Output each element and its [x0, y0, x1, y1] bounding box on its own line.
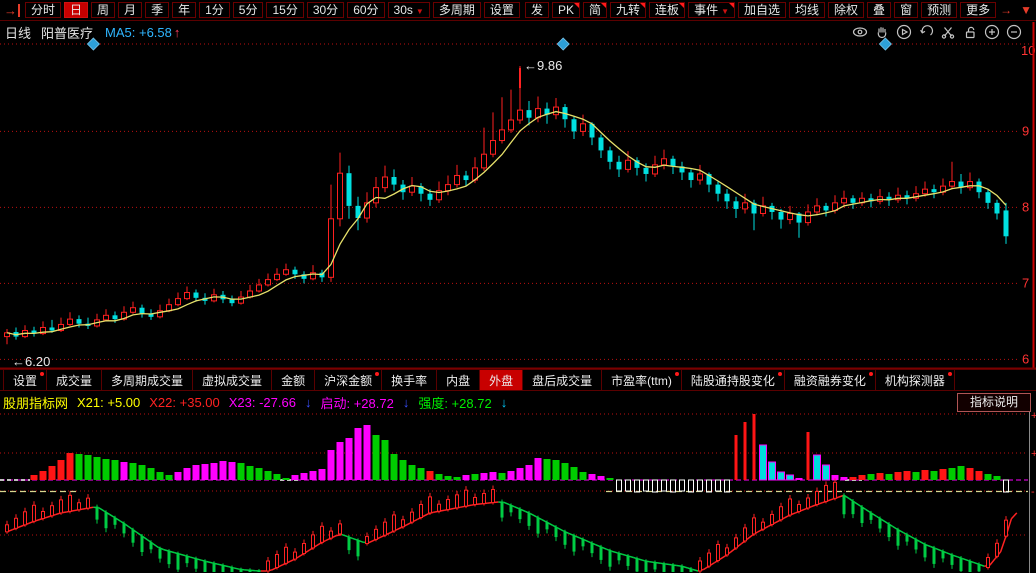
- period-button-月[interactable]: 月: [118, 1, 143, 18]
- svg-text:6: 6: [1022, 351, 1029, 366]
- svg-text:+: +: [1031, 410, 1036, 422]
- period-button-日[interactable]: 日: [64, 1, 89, 18]
- tab-内盘[interactable]: 内盘: [437, 370, 481, 390]
- ma-up-arrow-icon: ↑: [173, 24, 181, 40]
- chart-canvas[interactable]: 10 9 8 7 6 ←9.86 ←6.20 + + -: [0, 0, 1036, 573]
- hand-icon[interactable]: [874, 24, 890, 45]
- indicator-value-7: 强度: +28.72: [418, 395, 492, 411]
- down-arrow-icon: ↓: [402, 394, 410, 410]
- svg-text:10: 10: [1021, 43, 1035, 58]
- dropdown-caret-icon[interactable]: ▼: [721, 7, 729, 16]
- tab-虚拟成交量[interactable]: 虚拟成交量: [193, 370, 273, 390]
- undo-icon[interactable]: [918, 24, 934, 45]
- svg-text:←9.86: ←9.86: [524, 58, 562, 73]
- toolbar-button-更多[interactable]: 更多: [960, 1, 997, 18]
- notification-dot-icon: [777, 372, 782, 376]
- notification-dot-icon: [947, 372, 952, 376]
- period-button-30s[interactable]: 30s ▼: [387, 1, 430, 18]
- period-button-15分[interactable]: 15分: [266, 1, 304, 18]
- tab-设置[interactable]: 设置: [3, 370, 48, 390]
- tab-成交量[interactable]: 成交量: [47, 370, 103, 390]
- toolbar-button-叠[interactable]: 叠: [867, 1, 892, 18]
- zoom-in-icon[interactable]: [984, 24, 1000, 45]
- tab-盘后成交量[interactable]: 盘后成交量: [523, 370, 603, 390]
- notification-dot-icon: [674, 372, 679, 376]
- badge-corner-icon: [601, 2, 607, 8]
- expand-arrow-icon[interactable]: →: [1000, 3, 1012, 17]
- chart-tool-icons: [852, 24, 1022, 45]
- tab-换手率[interactable]: 换手率: [382, 370, 438, 390]
- badge-corner-icon: [679, 2, 685, 8]
- toolbar-button-PK[interactable]: PK: [552, 1, 581, 18]
- toolbar-button-均线[interactable]: 均线: [789, 1, 826, 18]
- indicator-value-2: X22: +35.00: [149, 394, 220, 410]
- badge-corner-icon: [640, 2, 646, 8]
- period-buttons: 分时日周月季年 1分 5分 15分 30分 60分 30s ▼ 多周期 设置: [22, 1, 520, 20]
- chart-header: 日线 阳普医疗 MA5: +6.58 ↑: [0, 21, 1036, 43]
- notification-dot-icon: [868, 372, 873, 376]
- tab-多周期成交量[interactable]: 多周期成交量: [102, 370, 194, 390]
- badge-corner-icon: [729, 2, 734, 8]
- period-button-分时[interactable]: 分时: [25, 1, 62, 18]
- tab-外盘[interactable]: 外盘: [480, 370, 524, 390]
- ma-value-label: MA5: +6.58: [105, 24, 172, 40]
- period-button-周[interactable]: 周: [91, 1, 116, 18]
- indicator-value-5: 启动: +28.72: [320, 395, 394, 411]
- period-button-60分[interactable]: 60分: [347, 1, 385, 18]
- period-button-1分[interactable]: 1分: [199, 1, 230, 18]
- indicator-value-3: X23: -27.66: [228, 394, 296, 410]
- period-label: 日线: [5, 25, 32, 41]
- toolbar-button-事件[interactable]: 事件 ▼: [688, 1, 735, 18]
- svg-text:9: 9: [1022, 123, 1029, 138]
- indicator-value-1: X21: +5.00: [77, 394, 141, 410]
- down-arrow-icon: ↓: [304, 394, 312, 410]
- eye-icon[interactable]: [852, 24, 868, 45]
- period-button-5分[interactable]: 5分: [232, 1, 264, 18]
- trading-app-window: → 分时日周月季年 1分 5分 15分 30分 60分 30s ▼ 多周期 设置 发 PK 简九转 连板…: [0, 0, 1036, 573]
- import-arrow-icon[interactable]: →: [4, 3, 20, 17]
- toolbar-button-窗[interactable]: 窗: [894, 1, 919, 18]
- period-button-30分[interactable]: 30分: [306, 1, 345, 18]
- svg-text:-: -: [1031, 486, 1035, 498]
- scissors-icon[interactable]: [940, 24, 956, 45]
- down-arrow-icon: ↓: [500, 394, 508, 410]
- period-button-设置[interactable]: 设置: [483, 1, 520, 18]
- notification-dot-icon: [375, 372, 380, 376]
- period-button-多周期[interactable]: 多周期: [432, 1, 481, 18]
- indicator-value-0: 股朋指标网: [3, 395, 69, 411]
- indicator-tabbar: 设置 成交量 多周期成交量 虚拟成交量 金额 沪深金额 换手率 内盘 外盘 盘后成交量 市盈率(tt…: [0, 369, 1036, 391]
- toolbar-right-buttons: 发 PK 简九转 连板 事件 ▼ 加自选 均线 除权叠窗预测 更多: [522, 1, 997, 20]
- period-button-年[interactable]: 年: [172, 1, 197, 18]
- toolbar-button-加自选[interactable]: 加自选: [738, 1, 787, 18]
- toolbar-button-连板[interactable]: 连板: [649, 1, 686, 18]
- tab-融资融券变化[interactable]: 融资融券变化: [785, 370, 876, 390]
- play-icon[interactable]: [896, 24, 912, 45]
- lock-icon[interactable]: [962, 24, 978, 45]
- tab-金额[interactable]: 金额: [272, 370, 316, 390]
- svg-text:←6.20: ←6.20: [12, 354, 50, 369]
- zoom-out-icon[interactable]: [1006, 24, 1022, 45]
- indicator-header: 股朋指标网 X21: +5.00 X22: +35.00 X23: -27.66 ↓ 启动…: [0, 392, 507, 412]
- stock-name: 阳普医疗: [41, 25, 94, 41]
- notification-dot-icon: [40, 372, 45, 376]
- badge-corner-icon: [574, 2, 580, 8]
- period-toolbar: → 分时日周月季年 1分 5分 15分 30分 60分 30s ▼ 多周期 设置 发 PK 简九转 连板…: [0, 0, 1036, 21]
- svg-text:7: 7: [1022, 275, 1029, 290]
- toolbar-button-简[interactable]: 简: [583, 1, 608, 18]
- toolbar-button-九转[interactable]: 九转: [610, 1, 647, 18]
- more-caret-icon[interactable]: ▼: [1020, 3, 1032, 17]
- toolbar-right-icons: → ▼: [996, 1, 1036, 19]
- svg-text:8: 8: [1022, 199, 1029, 214]
- period-button-季[interactable]: 季: [145, 1, 170, 18]
- svg-text:+: +: [1031, 448, 1036, 460]
- toolbar-button-预测[interactable]: 预测: [921, 1, 958, 18]
- tab-陆股通持股变化[interactable]: 陆股通持股变化: [682, 370, 785, 390]
- toolbar-button-发[interactable]: 发: [524, 1, 549, 18]
- toolbar-button-除权[interactable]: 除权: [828, 1, 865, 18]
- dropdown-caret-icon[interactable]: ▼: [416, 7, 424, 16]
- indicator-help-button[interactable]: 指标说明: [956, 393, 1031, 412]
- tab-市盈率(ttm)[interactable]: 市盈率(ttm): [602, 370, 682, 390]
- tab-机构探测器[interactable]: 机构探测器: [876, 370, 955, 390]
- tab-沪深金额[interactable]: 沪深金额: [315, 370, 383, 390]
